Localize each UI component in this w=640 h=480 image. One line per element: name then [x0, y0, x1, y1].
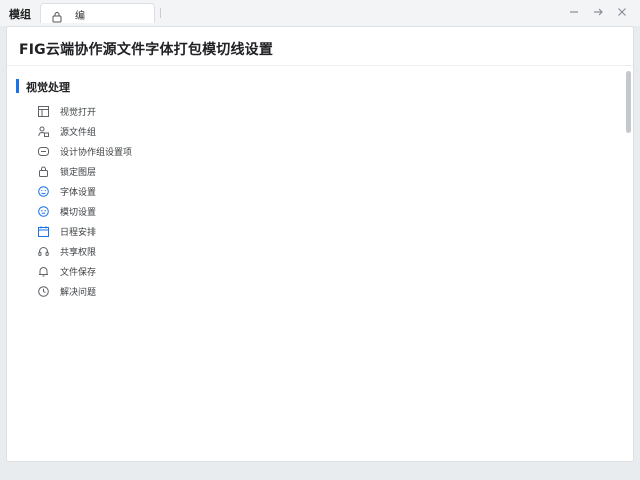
tab-label: 编 — [75, 11, 85, 22]
section-title: 视觉处理 — [26, 81, 70, 94]
calendar-icon — [38, 225, 49, 237]
tab-divider — [160, 8, 161, 18]
list-item-label: 设计协作组设置项 — [60, 147, 133, 158]
face-icon — [38, 205, 49, 217]
list-item-label: 视觉打开 — [60, 107, 97, 118]
list-item-label: 锁定图层 — [60, 167, 97, 178]
headset-icon — [38, 246, 49, 257]
list-item-4[interactable]: 字体设置 — [38, 181, 338, 201]
list-item-7[interactable]: 共享权限 — [38, 241, 338, 261]
clock-icon — [38, 285, 49, 297]
list-item-1[interactable]: 源文件组 — [38, 121, 338, 141]
vertical-scrollbar[interactable] — [626, 69, 632, 461]
list-item-label: 日程安排 — [60, 227, 97, 238]
list-item-6[interactable]: 日程安排 — [38, 221, 338, 241]
user-lock-icon — [38, 126, 49, 137]
scrollbar-thumb[interactable] — [626, 71, 631, 133]
close-icon[interactable] — [614, 4, 630, 20]
list-item-0[interactable]: 视觉打开 — [38, 101, 338, 121]
list-item-9[interactable]: 解决问题 — [38, 281, 338, 301]
main-window: FIG云端协作源文件字体打包模切线设置 视觉处理 视觉打开 源文件组 设计协作组… — [6, 26, 634, 462]
header-divider — [7, 65, 633, 66]
chat-bubble-icon — [38, 146, 49, 157]
settings-list: 视觉打开 源文件组 设计协作组设置项 锁定图层 字体设置 模切设置 日程安排 共… — [38, 101, 338, 301]
section-accent-bar — [16, 79, 19, 93]
list-item-label: 字体设置 — [60, 187, 97, 198]
list-item-label: 模切设置 — [60, 207, 97, 218]
layout-icon — [38, 105, 49, 117]
list-item-8[interactable]: 文件保存 — [38, 261, 338, 281]
list-item-label: 共享权限 — [60, 247, 97, 258]
browser-tab[interactable]: 编 — [40, 3, 155, 23]
list-item-label: 文件保存 — [60, 267, 97, 278]
list-item-label: 解决问题 — [60, 287, 97, 298]
minimize-icon[interactable] — [566, 4, 582, 20]
bell-icon — [38, 266, 49, 277]
list-item-5[interactable]: 模切设置 — [38, 201, 338, 221]
smile-icon — [38, 185, 49, 197]
lock-icon — [38, 166, 49, 177]
app-title: 模组 — [9, 8, 31, 21]
list-item-3[interactable]: 锁定图层 — [38, 161, 338, 181]
title-bar: 模组 编 — [0, 0, 640, 26]
list-item-2[interactable]: 设计协作组设置项 — [38, 141, 338, 161]
arrow-right-icon[interactable] — [590, 4, 606, 20]
lock-icon — [51, 8, 63, 23]
page-title: FIG云端协作源文件字体打包模切线设置 — [19, 42, 274, 58]
list-item-label: 源文件组 — [60, 127, 97, 138]
